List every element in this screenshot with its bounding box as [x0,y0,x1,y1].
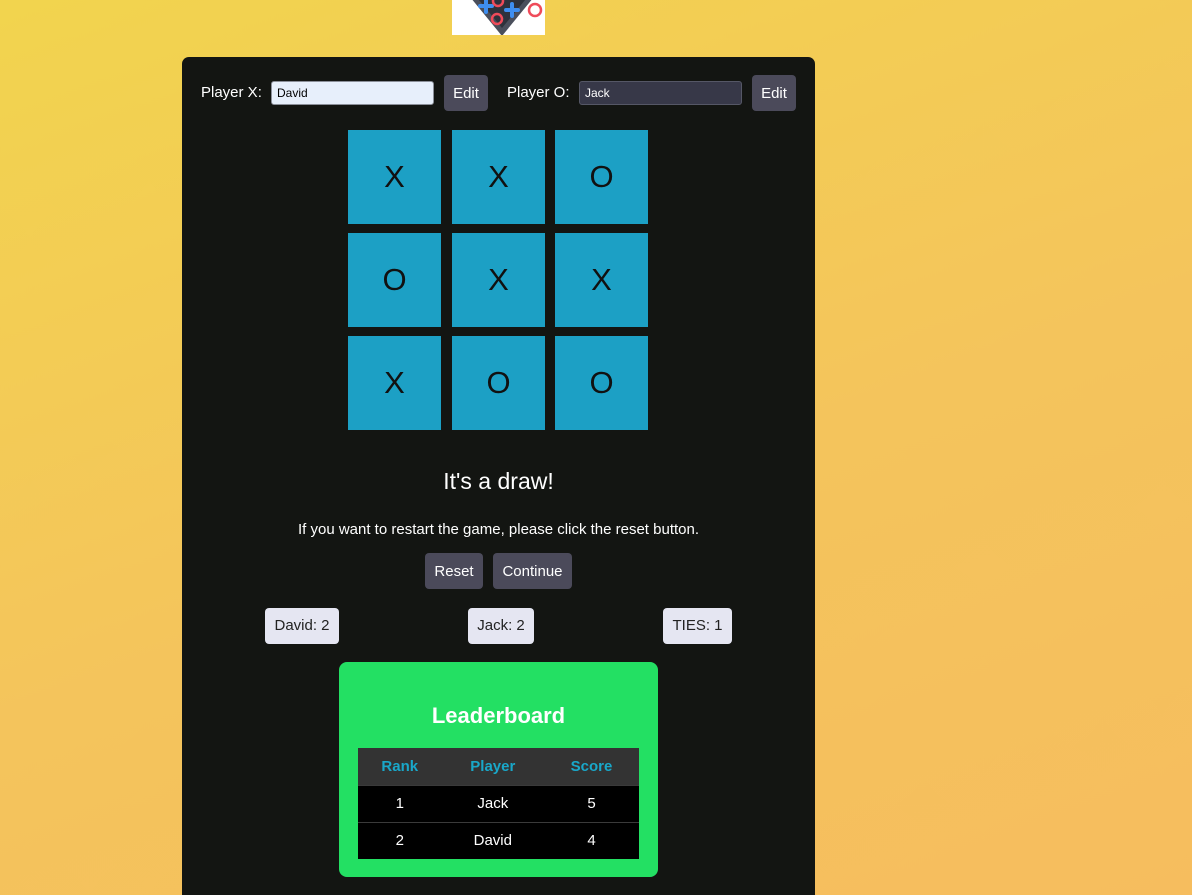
board-cell-7[interactable]: X [348,336,441,430]
player-o-score-badge: Jack: 2 [468,608,534,644]
player-names-bar: Player X: Edit Player O: Edit [182,75,815,111]
ties-score-badge: TIES: 1 [663,608,732,644]
board-cell-1[interactable]: X [348,130,441,224]
player-x-score-badge: David: 2 [265,608,339,644]
score-column-header: Score [544,748,639,785]
player-cell: Jack [441,784,545,822]
board-cell-6[interactable]: X [555,233,648,327]
game-status-message: It's a draw! [443,468,554,494]
rank-column-header: Rank [358,748,442,785]
score-cell: 4 [544,821,639,859]
leaderboard-card: Leaderboard Rank Player Score 1 Jack 5 2… [339,662,658,877]
board-cell-5[interactable]: X [452,233,545,327]
player-column-header: Player [441,748,545,785]
player-cell: David [441,821,545,859]
player-o-label: Player O: [507,84,570,101]
board-cell-4[interactable]: O [348,233,441,327]
board-cell-8[interactable]: O [452,336,545,430]
player-o-name-input[interactable] [579,81,742,105]
rank-cell: 1 [358,784,442,822]
leaderboard-table: Rank Player Score 1 Jack 5 2 David 4 [358,748,639,859]
restart-hint-text: If you want to restart the game, please … [297,521,700,538]
edit-player-x-button[interactable]: Edit [444,75,488,111]
game-board: X X O O X X X O O [348,130,648,430]
tic-tac-toe-logo-icon [452,0,545,35]
score-cell: 5 [544,784,639,822]
leaderboard-title: Leaderboard [431,703,566,728]
board-cell-2[interactable]: X [452,130,545,224]
player-x-label: Player X: [201,84,262,101]
board-cell-3[interactable]: O [555,130,648,224]
leaderboard-header-row: Rank Player Score [358,748,639,785]
game-logo-image [452,0,545,35]
leaderboard-row: 2 David 4 [358,821,639,859]
board-cell-9[interactable]: O [555,336,648,430]
game-panel: Player X: Edit Player O: Edit X X O O X … [182,57,815,895]
edit-player-o-button[interactable]: Edit [752,75,796,111]
rank-cell: 2 [358,821,442,859]
player-x-name-input[interactable] [271,81,434,105]
reset-button[interactable]: Reset [425,553,483,589]
leaderboard-row: 1 Jack 5 [358,784,639,822]
continue-button[interactable]: Continue [493,553,572,589]
